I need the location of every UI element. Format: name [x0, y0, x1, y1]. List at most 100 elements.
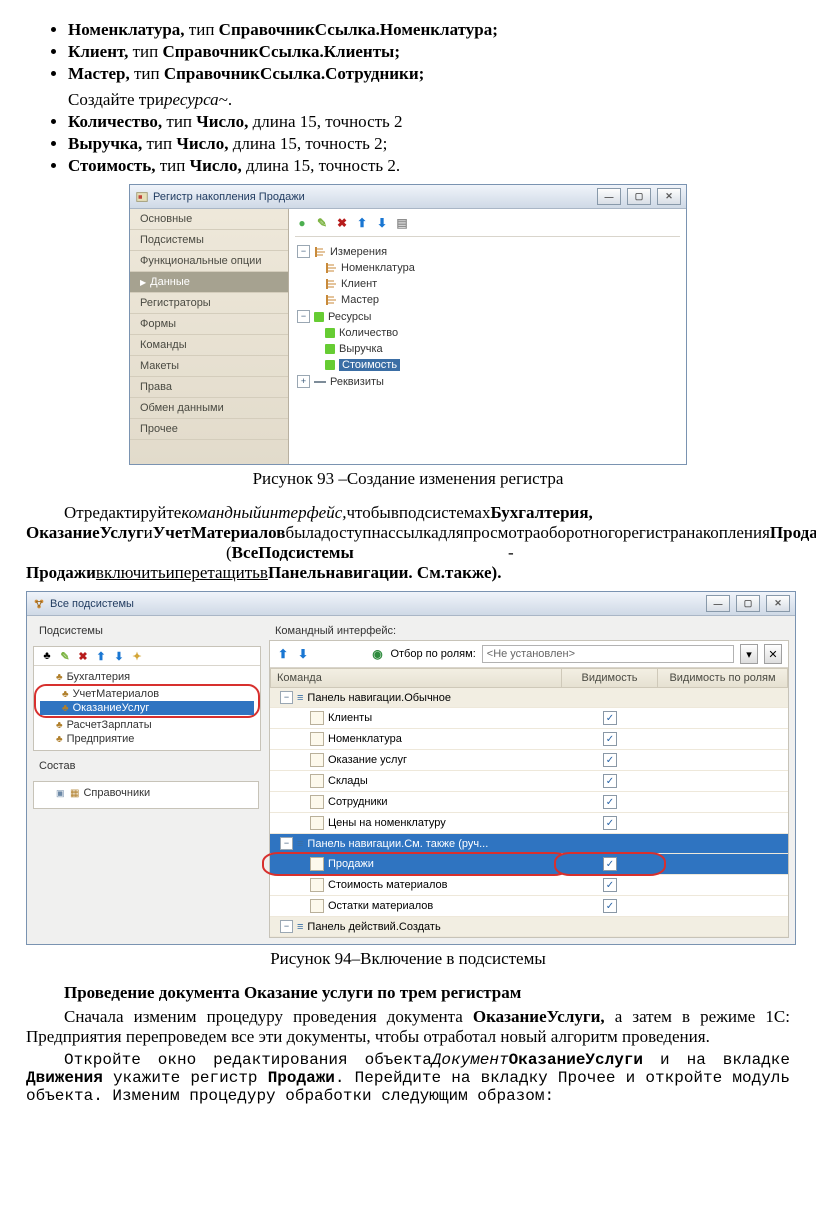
- maximize-button[interactable]: ▢: [627, 188, 651, 205]
- tree-node[interactable]: −Ресурсы: [295, 308, 680, 325]
- sort-icon[interactable]: ✦: [130, 649, 144, 663]
- add-icon[interactable]: ●: [295, 216, 309, 230]
- command-cell[interactable]: Стоимость материалов: [270, 875, 562, 896]
- visibility-cell[interactable]: ✓: [562, 729, 658, 750]
- edit-icon[interactable]: ✎: [315, 216, 329, 230]
- visibility-cell[interactable]: ✓: [562, 854, 658, 875]
- minimize-button[interactable]: —: [706, 595, 730, 612]
- move-up-icon[interactable]: ⬆: [94, 649, 108, 663]
- tree-node[interactable]: Номенклатура: [295, 260, 680, 276]
- role-visibility-cell[interactable]: [658, 750, 788, 771]
- role-visibility-cell[interactable]: [658, 917, 788, 937]
- column-header[interactable]: Видимость: [562, 668, 658, 688]
- expander-icon[interactable]: −: [297, 245, 310, 258]
- command-cell[interactable]: − ≡ Панель навигации.Обычное: [270, 688, 562, 708]
- role-visibility-cell[interactable]: [658, 708, 788, 729]
- visibility-checkbox[interactable]: ✓: [603, 899, 617, 913]
- role-visibility-cell[interactable]: [658, 792, 788, 813]
- titlebar[interactable]: Все подсистемы — ▢ ✕: [27, 592, 795, 616]
- command-cell[interactable]: Сотрудники: [270, 792, 562, 813]
- tab-основные[interactable]: Основные: [130, 209, 288, 230]
- role-visibility-cell[interactable]: [658, 813, 788, 834]
- filter-icon[interactable]: ◉: [370, 647, 384, 661]
- subsystem-item[interactable]: ♣УчетМатериалов: [40, 687, 254, 701]
- move-down-icon[interactable]: ⬇: [296, 647, 310, 661]
- visibility-cell[interactable]: ✓: [562, 813, 658, 834]
- visibility-checkbox[interactable]: ✓: [603, 753, 617, 767]
- visibility-checkbox[interactable]: ✓: [603, 795, 617, 809]
- tab-формы[interactable]: Формы: [130, 314, 288, 335]
- delete-icon[interactable]: ✖: [76, 649, 90, 663]
- subsystem-item[interactable]: ♣РасчетЗарплаты: [34, 718, 260, 732]
- tab-прочее[interactable]: Прочее: [130, 419, 288, 440]
- subsystem-item[interactable]: ♣Предприятие: [34, 732, 260, 746]
- role-visibility-cell[interactable]: [658, 854, 788, 875]
- column-header[interactable]: Команда: [270, 668, 562, 688]
- tab-команды[interactable]: Команды: [130, 335, 288, 356]
- tree-node[interactable]: Клиент: [295, 276, 680, 292]
- visibility-checkbox[interactable]: ✓: [603, 816, 617, 830]
- column-header[interactable]: Видимость по ролям: [658, 668, 788, 688]
- role-visibility-cell[interactable]: [658, 896, 788, 917]
- tree-node[interactable]: −Измерения: [295, 243, 680, 260]
- tree-icon[interactable]: ♣: [40, 649, 54, 663]
- visibility-cell[interactable]: ✓: [562, 750, 658, 771]
- visibility-cell[interactable]: ✓: [562, 896, 658, 917]
- tab-права[interactable]: Права: [130, 377, 288, 398]
- minimize-button[interactable]: —: [597, 188, 621, 205]
- visibility-checkbox[interactable]: ✓: [603, 732, 617, 746]
- palette-icon[interactable]: ▤: [395, 216, 409, 230]
- expander-icon[interactable]: −: [297, 310, 310, 323]
- command-cell[interactable]: Оказание услуг: [270, 750, 562, 771]
- role-visibility-cell[interactable]: [658, 771, 788, 792]
- command-cell[interactable]: Клиенты: [270, 708, 562, 729]
- subsystems-list[interactable]: ♣Бухгалтерия ♣УчетМатериалов♣ОказаниеУслу…: [34, 666, 260, 750]
- expander-icon[interactable]: −: [280, 837, 293, 850]
- visibility-cell[interactable]: [562, 834, 658, 854]
- tab-данные[interactable]: Данные: [130, 272, 288, 293]
- role-visibility-cell[interactable]: [658, 688, 788, 708]
- visibility-cell[interactable]: [562, 688, 658, 708]
- spravochniki-item[interactable]: ▣ ▦Справочники: [34, 786, 258, 800]
- commands-grid[interactable]: КомандаВидимостьВидимость по ролям − ≡ Па…: [270, 668, 788, 937]
- move-down-icon[interactable]: ⬇: [112, 649, 126, 663]
- command-cell[interactable]: Цены на номенклатуру: [270, 813, 562, 834]
- command-cell[interactable]: Номенклатура: [270, 729, 562, 750]
- close-button[interactable]: ✕: [766, 595, 790, 612]
- tree-node[interactable]: Стоимость: [295, 357, 680, 373]
- tab-подсистемы[interactable]: Подсистемы: [130, 230, 288, 251]
- visibility-cell[interactable]: [562, 917, 658, 937]
- maximize-button[interactable]: ▢: [736, 595, 760, 612]
- role-visibility-cell[interactable]: [658, 729, 788, 750]
- visibility-cell[interactable]: ✓: [562, 792, 658, 813]
- visibility-cell[interactable]: ✓: [562, 875, 658, 896]
- subsystem-item[interactable]: ♣Бухгалтерия: [34, 670, 260, 684]
- visibility-checkbox[interactable]: ✓: [603, 774, 617, 788]
- role-clear-button[interactable]: ✕: [764, 644, 782, 664]
- tree-node[interactable]: Количество: [295, 325, 680, 341]
- tree-node[interactable]: Выручка: [295, 341, 680, 357]
- tab-обмен-данными[interactable]: Обмен данными: [130, 398, 288, 419]
- role-filter-select[interactable]: <Не установлен>: [482, 645, 734, 663]
- visibility-checkbox[interactable]: ✓: [603, 857, 617, 871]
- tab-регистраторы[interactable]: Регистраторы: [130, 293, 288, 314]
- move-down-icon[interactable]: ⬇: [375, 216, 389, 230]
- fields-tree[interactable]: −ИзмеренияНоменклатураКлиентМастер−Ресур…: [295, 243, 680, 390]
- tree-node[interactable]: Мастер: [295, 292, 680, 308]
- command-cell[interactable]: Склады: [270, 771, 562, 792]
- visibility-cell[interactable]: ✓: [562, 708, 658, 729]
- tree-node[interactable]: +Реквизиты: [295, 373, 680, 390]
- command-cell[interactable]: Продажи: [270, 854, 562, 875]
- role-visibility-cell[interactable]: [658, 834, 788, 854]
- expander-icon[interactable]: −: [280, 691, 293, 704]
- close-button[interactable]: ✕: [657, 188, 681, 205]
- expander-icon[interactable]: +: [297, 375, 310, 388]
- subsystem-item[interactable]: ♣ОказаниеУслуг: [40, 701, 254, 715]
- move-up-icon[interactable]: ⬆: [355, 216, 369, 230]
- move-up-icon[interactable]: ⬆: [276, 647, 290, 661]
- expander-icon[interactable]: −: [280, 920, 293, 933]
- visibility-cell[interactable]: ✓: [562, 771, 658, 792]
- delete-icon[interactable]: ✖: [335, 216, 349, 230]
- titlebar[interactable]: Регистр накопления Продажи — ▢ ✕: [130, 185, 686, 209]
- role-visibility-cell[interactable]: [658, 875, 788, 896]
